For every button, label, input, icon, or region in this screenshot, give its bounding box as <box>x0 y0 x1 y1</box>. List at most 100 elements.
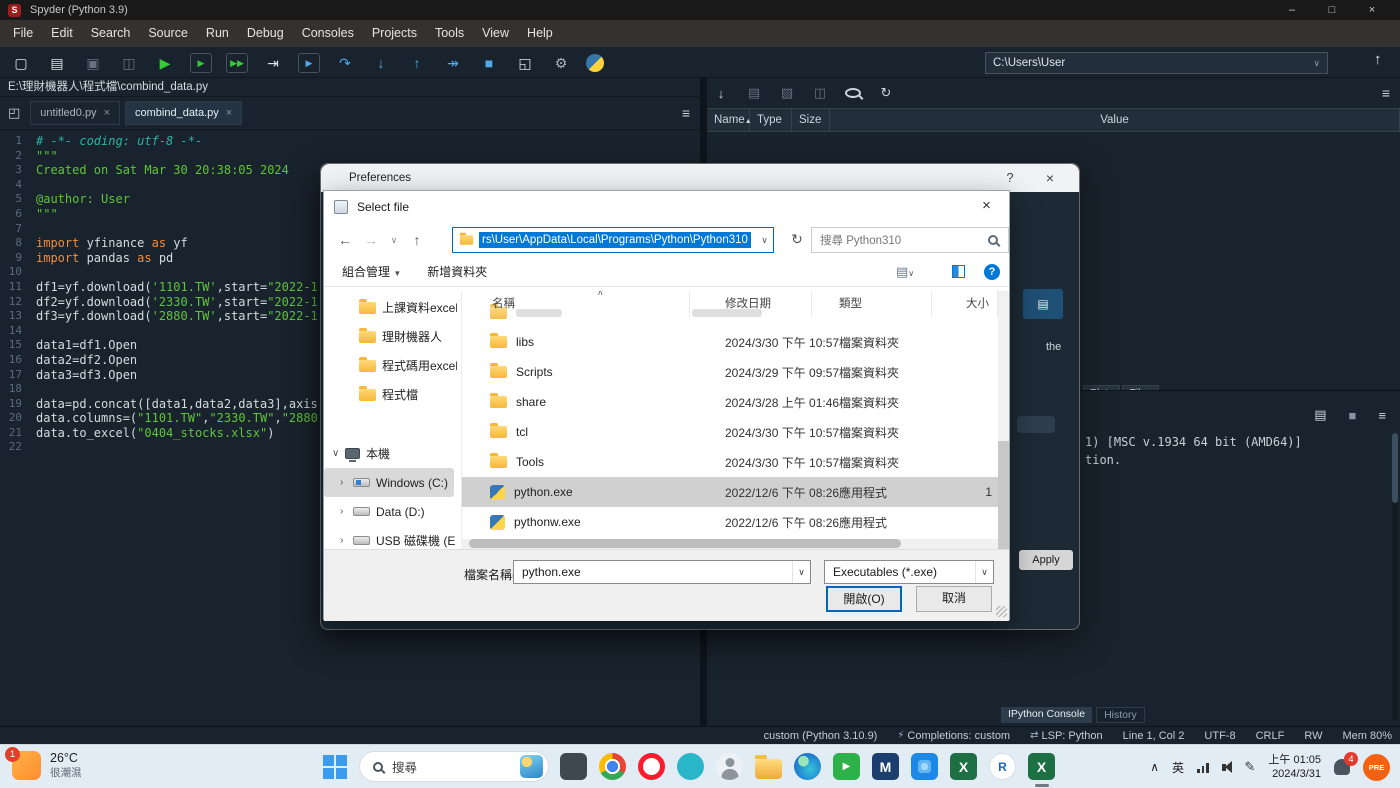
resize-grip[interactable] <box>996 606 1007 617</box>
python-env-icon[interactable] <box>586 53 604 72</box>
m-app-taskbar-icon[interactable]: M <box>872 753 899 780</box>
search-variable-icon[interactable] <box>845 88 861 98</box>
preferences-widget-fragment[interactable] <box>1017 416 1055 433</box>
file-row[interactable]: Tools 2024/3/30 下午 10:57 檔案資料夾 <box>462 447 998 477</box>
refresh-button[interactable]: ↻ <box>784 231 810 248</box>
run-cell-icon[interactable]: ▶ <box>190 52 212 73</box>
ime-language[interactable]: 英 <box>1172 759 1184 776</box>
menu-projects[interactable]: Projects <box>363 20 426 47</box>
excel-active-taskbar-icon[interactable]: X <box>1028 753 1055 787</box>
save-data-as-icon[interactable]: ▧ <box>779 85 795 101</box>
r-app-taskbar-icon[interactable]: R <box>989 753 1016 780</box>
step-into-icon[interactable]: ↓ <box>370 52 392 74</box>
address-dropdown-icon[interactable]: ∨ <box>756 235 773 246</box>
col-name[interactable]: 名稱 <box>462 291 690 317</box>
file-list-vscrollbar[interactable] <box>998 291 1009 549</box>
menu-tools[interactable]: Tools <box>426 20 473 47</box>
console-environment-icon[interactable]: ▤ <box>1314 407 1326 423</box>
copy-data-icon[interactable]: ◫ <box>812 85 828 101</box>
search-box[interactable]: 搜尋 Python310 <box>811 227 1009 253</box>
tree-item[interactable]: 程式碼用excel <box>324 351 457 380</box>
preferences-help-button[interactable]: ? <box>993 164 1027 192</box>
menu-debug[interactable]: Debug <box>238 20 293 47</box>
file-explorer-taskbar-icon[interactable] <box>755 754 782 779</box>
tree-item[interactable]: › USB 磁碟機 (E <box>324 526 457 549</box>
up-button[interactable]: ↑ <box>404 232 430 248</box>
file-row[interactable]: share 2024/3/28 上午 01:46 檔案資料夾 <box>462 387 998 417</box>
editor-options-menu-icon[interactable]: ≡ <box>682 105 690 121</box>
pre-badge-icon[interactable]: PRE <box>1363 753 1390 781</box>
run-cell-advance-icon[interactable]: ▶▶ <box>226 52 248 73</box>
new-folder-button[interactable]: 新增資料夾 <box>427 263 487 280</box>
maximize-pane-icon[interactable]: ◱ <box>514 52 536 74</box>
editor-tab-combind_data-py[interactable]: combind_data.py × <box>125 101 243 125</box>
taskbar-search[interactable]: 搜尋 <box>359 751 549 782</box>
console-scrollbar[interactable] <box>1392 433 1398 720</box>
excel-taskbar-icon[interactable]: X <box>950 753 977 780</box>
tab-close-icon[interactable]: × <box>104 107 110 119</box>
tree-expander-icon[interactable]: ∨ <box>332 448 345 459</box>
tree-item[interactable]: 理財機器人 <box>324 322 457 351</box>
save-data-icon[interactable]: ▤ <box>746 85 762 101</box>
preview-pane-icon[interactable] <box>952 265 965 278</box>
help-icon[interactable]: ? <box>984 263 1000 280</box>
close-button[interactable]: × <box>1352 0 1392 20</box>
scrollbar-thumb[interactable] <box>998 441 1009 549</box>
menu-view[interactable]: View <box>473 20 518 47</box>
menu-source[interactable]: Source <box>139 20 197 47</box>
filename-combo[interactable]: python.exe ∨ <box>513 560 811 584</box>
preferences-close-button[interactable]: × <box>1033 164 1067 192</box>
scrollbar-thumb[interactable] <box>1392 433 1398 503</box>
file-row[interactable]: Scripts 2024/3/29 下午 09:57 檔案資料夾 <box>462 357 998 387</box>
tab-ipython-console[interactable]: IPython Console <box>1001 707 1093 723</box>
save-all-icon[interactable]: ◫ <box>118 52 140 74</box>
save-file-icon[interactable]: ▣ <box>82 52 104 74</box>
editor-tab-untitled0-py[interactable]: untitled0.py × <box>30 101 120 125</box>
menu-search[interactable]: Search <box>82 20 140 47</box>
scrollbar-thumb[interactable] <box>469 539 901 548</box>
console-options-menu-icon[interactable]: ≡ <box>1378 408 1386 423</box>
parent-directory-icon[interactable]: ↑ <box>1374 51 1382 68</box>
col-date[interactable]: 修改日期 <box>690 291 812 317</box>
chrome-taskbar-icon[interactable] <box>599 753 626 780</box>
organize-menu[interactable]: 組合管理 ▼ <box>342 263 401 280</box>
menu-edit[interactable]: Edit <box>42 20 82 47</box>
tree-expander-icon[interactable]: › <box>340 506 353 517</box>
working-directory-combo[interactable]: C:\Users\User ∨ <box>985 52 1328 74</box>
open-file-icon[interactable]: ▤ <box>46 52 68 74</box>
address-text[interactable]: rs\User\AppData\Local\Programs\Python\Py… <box>479 232 751 248</box>
weather-widget[interactable]: 1 26°C 很潮濕 <box>5 747 82 780</box>
volume-icon[interactable] <box>1221 761 1232 773</box>
tree-item[interactable]: › Data (D:) <box>324 497 457 526</box>
forward-button[interactable]: → <box>358 232 384 248</box>
tab-close-icon[interactable]: × <box>226 107 232 119</box>
stop-kernel-icon[interactable]: ■ <box>1349 408 1357 423</box>
notification-bell-icon[interactable]: 4 <box>1334 752 1358 775</box>
tree-item[interactable]: › Windows (C:) <box>324 468 454 497</box>
green-app-taskbar-icon[interactable]: ▶ <box>833 753 860 780</box>
menu-help[interactable]: Help <box>518 20 562 47</box>
stop-debug-icon[interactable]: ■ <box>478 52 500 74</box>
col-type[interactable]: 類型 <box>812 291 932 317</box>
file-list-hscrollbar[interactable] <box>461 539 998 549</box>
menu-file[interactable]: File <box>4 20 42 47</box>
search-icon[interactable] <box>988 235 998 245</box>
filename-combo-caret-icon[interactable]: ∨ <box>792 561 810 583</box>
filetype-combo[interactable]: Executables (*.exe) ∨ <box>824 560 994 584</box>
varexp-options-menu-icon[interactable]: ≡ <box>1382 85 1390 101</box>
menu-run[interactable]: Run <box>197 20 238 47</box>
start-button[interactable] <box>322 754 348 780</box>
tree-expander-icon[interactable]: › <box>340 535 353 546</box>
file-row[interactable]: python.exe 2022/12/6 下午 08:26 應用程式 1 <box>462 477 998 507</box>
import-data-icon[interactable]: ↓ <box>713 86 729 101</box>
photos-taskbar-icon[interactable] <box>911 753 938 780</box>
run-file-icon[interactable]: ▶ <box>154 52 176 74</box>
tree-expander-icon[interactable]: › <box>340 477 353 488</box>
people-taskbar-icon[interactable] <box>716 753 743 780</box>
tree-item[interactable]: 上課資料excel <box>324 293 457 322</box>
debug-file-icon[interactable]: ▶ <box>298 52 320 73</box>
file-row[interactable]: pythonw.exe 2022/12/6 下午 08:26 應用程式 <box>462 507 998 537</box>
apply-button[interactable]: Apply <box>1019 550 1073 570</box>
browse-tabs-icon[interactable]: ◰ <box>8 105 20 121</box>
step-over-icon[interactable]: ↷ <box>334 52 356 74</box>
